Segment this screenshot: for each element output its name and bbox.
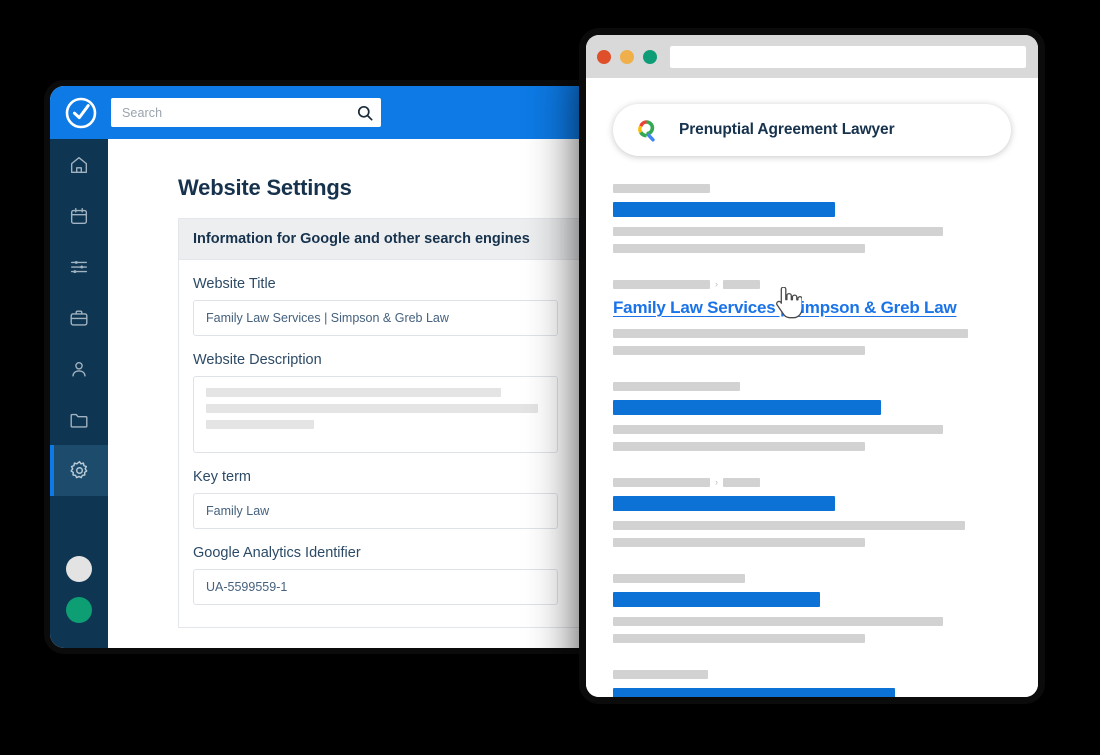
result-title-placeholder[interactable] [613,202,835,217]
key-term-input[interactable]: Family Law [193,493,558,529]
search-result-item[interactable] [613,184,1011,253]
app-topbar: Search [50,86,610,139]
breadcrumb-segment [613,382,740,391]
field-website-description: Website Description [193,352,596,453]
result-snippet-line [613,634,865,643]
breadcrumb [613,382,1011,391]
online-status-dot[interactable] [66,597,92,623]
browser-body: Prenuptial Agreement Lawyer › Family Law… [586,104,1038,697]
breadcrumb [613,184,1011,193]
result-title-placeholder[interactable] [613,688,895,697]
calendar-icon [68,205,90,227]
browser-chrome [586,35,1038,78]
result-title-link[interactable]: Family Law Services | Simpson & Greb Law [613,298,1011,318]
result-snippet-line [613,617,943,626]
result-title-placeholder[interactable] [613,496,835,511]
result-snippet-line [613,442,865,451]
website-description-input[interactable] [193,376,558,453]
seo-card-body: Website Title Family Law Services | Simp… [179,260,610,627]
app-sidebar [50,139,108,648]
result-snippet-line [613,521,965,530]
website-description-label: Website Description [193,352,322,368]
app-window: Search Website Settings Information for … [50,86,610,648]
result-snippet-line [613,329,968,338]
breadcrumb-segment [613,184,710,193]
search-placeholder: Search [122,105,163,120]
result-snippet-line [613,538,865,547]
seo-card-heading: Information for Google and other search … [179,219,610,260]
breadcrumb [613,670,1011,679]
seo-settings-card: Information for Google and other search … [178,218,610,628]
sidebar-item-settings[interactable] [50,445,108,496]
briefcase-icon [68,307,90,329]
breadcrumb-segment [613,574,745,583]
breadcrumb-separator-icon: › [715,477,718,487]
sidebar-item-contacts[interactable] [50,343,108,394]
search-result-item[interactable]: › [613,478,1011,547]
sidebar-item-home[interactable] [50,139,108,190]
sidebar-status-group [50,556,108,638]
search-result-item[interactable] [613,574,1011,643]
description-skeleton-line [206,388,501,397]
field-google-analytics-identifier: Google Analytics Identifier UA-5599559-1 [193,545,596,605]
page-title: Website Settings [178,175,352,200]
sidebar-item-briefcase[interactable] [50,292,108,343]
screenshot-stage: Search Website Settings Information for … [0,0,1100,755]
result-title-placeholder[interactable] [613,592,820,607]
avatar[interactable] [66,556,92,582]
google-search-bar[interactable]: Prenuptial Agreement Lawyer [613,104,1011,156]
folder-icon [68,409,90,431]
breadcrumb-segment [723,478,760,487]
search-results-list: › Family Law Services | Simpson & Greb L… [613,184,1011,697]
search-result-item[interactable] [613,382,1011,451]
result-snippet-line [613,425,943,434]
result-snippet-line [613,346,865,355]
sidebar-item-calendar[interactable] [50,190,108,241]
person-icon [68,358,90,380]
description-skeleton-line [206,404,539,413]
result-snippet-line [613,244,865,253]
google-search-icon [630,114,662,146]
breadcrumb-segment [613,280,710,289]
field-website-title: Website Title Family Law Services | Simp… [193,276,596,336]
website-title-label: Website Title [193,276,276,292]
key-term-label: Key term [193,469,252,485]
result-title-placeholder[interactable] [613,400,881,415]
breadcrumb-segment [723,280,760,289]
maximize-button[interactable] [643,49,657,64]
search-result-item[interactable] [613,670,1011,697]
url-input[interactable] [670,45,1026,68]
minimize-button[interactable] [620,49,634,64]
google-analytics-input[interactable]: UA-5599559-1 [193,569,558,605]
breadcrumb: › [613,280,1011,289]
search-result-item-highlighted[interactable]: › Family Law Services | Simpson & Greb L… [613,280,1011,355]
search-icon[interactable] [357,105,373,121]
breadcrumb-segment [613,670,708,679]
google-search-query: Prenuptial Agreement Lawyer [679,121,895,138]
breadcrumb-separator-icon: › [715,279,718,289]
google-analytics-label: Google Analytics Identifier [193,545,361,561]
check-circle-logo[interactable] [64,96,98,130]
breadcrumb: › [613,478,1011,487]
app-content: Website Settings Information for Google … [108,139,610,648]
website-title-input[interactable]: Family Law Services | Simpson & Greb Law [193,300,558,336]
breadcrumb-segment [613,478,710,487]
browser-window: Prenuptial Agreement Lawyer › Family Law… [586,35,1038,697]
result-snippet-line [613,227,943,236]
sidebar-item-files[interactable] [50,394,108,445]
home-icon [68,154,90,176]
sliders-icon [68,256,90,278]
sidebar-item-filters[interactable] [50,241,108,292]
gear-icon [68,459,91,482]
search-input[interactable]: Search [111,98,381,127]
close-button[interactable] [597,49,611,64]
breadcrumb [613,574,1011,583]
field-key-term: Key term Family Law [193,469,596,529]
description-skeleton-line [206,420,315,429]
